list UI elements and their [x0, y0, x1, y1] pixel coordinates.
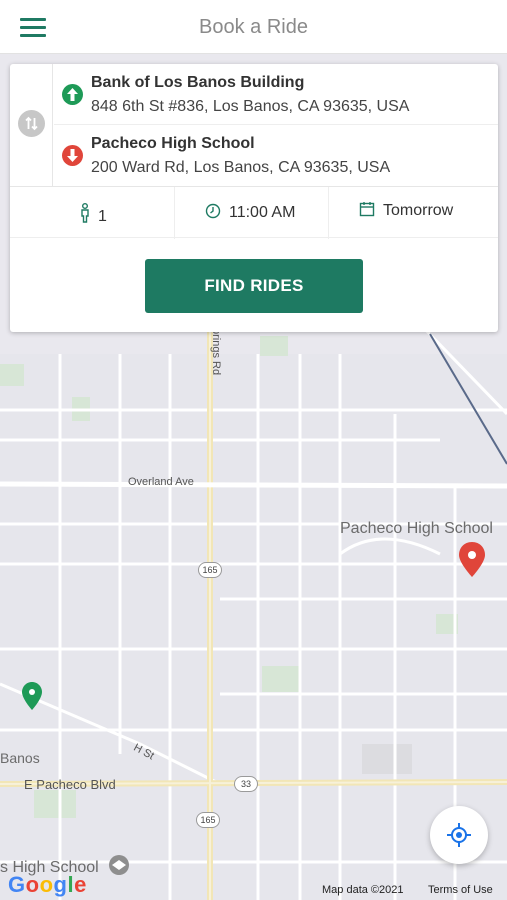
place-label-banos: Banos [0, 750, 40, 766]
riders-value: 1 [98, 208, 107, 225]
highway-shield-33: 33 [234, 776, 258, 792]
highway-shield-165-top: 165 [198, 562, 222, 578]
page-title: Book a Ride [199, 16, 308, 38]
person-icon [81, 203, 89, 223]
time-value: 11:00 AM [229, 204, 296, 221]
my-location-button[interactable] [430, 806, 488, 864]
dropoff-arrow-icon [62, 145, 83, 166]
map-attribution: Map data ©2021 [322, 884, 404, 896]
google-logo: Google [8, 872, 87, 897]
clock-icon [205, 203, 221, 219]
pickup-name: Bank of Los Banos Building [91, 74, 305, 91]
swap-icon [25, 116, 38, 131]
riders-selector[interactable]: 1 [10, 187, 175, 239]
dropoff-name: Pacheco High School [91, 135, 255, 152]
street-label-pacheco-blvd: E Pacheco Blvd [24, 777, 116, 792]
date-selector[interactable]: Tomorrow [329, 187, 498, 239]
locate-icon [447, 823, 471, 847]
street-label-overland: Overland Ave [128, 476, 194, 488]
swap-column [10, 64, 53, 186]
ride-options-row: 1 11:00 AM Tomorrow [10, 186, 498, 239]
street-label-springs: prings Rd [210, 328, 222, 376]
top-bar: Book a Ride [0, 0, 507, 54]
date-value: Tomorrow [383, 202, 454, 219]
dropoff-address: 200 Ward Rd, Los Banos, CA 93635, USA [91, 159, 391, 176]
calendar-icon [359, 202, 375, 217]
highway-shield-165-bottom: 165 [196, 812, 220, 828]
pickup-location-field[interactable]: Bank of Los Banos Building 848 6th St #8… [54, 64, 498, 125]
booking-card: Bank of Los Banos Building 848 6th St #8… [10, 64, 498, 332]
find-rides-button[interactable]: FIND RIDES [145, 259, 363, 313]
terms-link[interactable]: Terms of Use [428, 884, 493, 896]
time-selector[interactable]: 11:00 AM [175, 187, 329, 239]
swap-locations-button[interactable] [18, 110, 45, 137]
pickup-address: 848 6th St #836, Los Banos, CA 93635, US… [91, 98, 410, 115]
place-label-pacheco-hs: Pacheco High School [340, 520, 493, 537]
dropoff-location-field[interactable]: Pacheco High School 200 Ward Rd, Los Ban… [54, 125, 498, 186]
pickup-arrow-icon [62, 84, 83, 105]
